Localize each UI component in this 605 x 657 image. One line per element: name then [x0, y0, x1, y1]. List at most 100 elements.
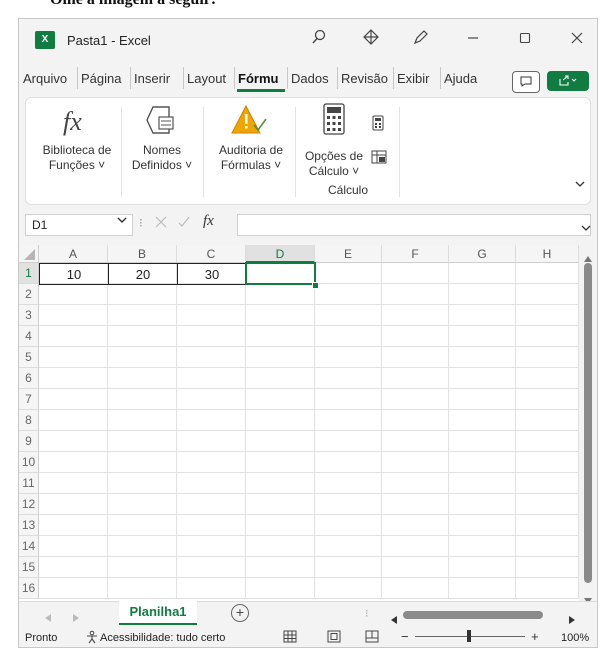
formula-auditing-button[interactable]: Auditoria de Fórmulas ˅	[207, 143, 295, 173]
grid-cell[interactable]	[246, 389, 315, 410]
calculator-icon[interactable]	[321, 103, 347, 137]
formula-input[interactable]	[237, 214, 591, 236]
grid-cell[interactable]	[516, 305, 579, 326]
grid-cell[interactable]	[108, 578, 177, 599]
grid-cell[interactable]	[449, 473, 516, 494]
grid-cell[interactable]	[382, 263, 449, 284]
grid-cell[interactable]	[449, 410, 516, 431]
row-header-15[interactable]: 15	[19, 557, 39, 578]
grid-cell[interactable]	[177, 473, 246, 494]
grid-cell[interactable]	[382, 578, 449, 599]
row-header-9[interactable]: 9	[19, 431, 39, 452]
name-box-dropdown-icon[interactable]	[117, 216, 127, 227]
spreadsheet-grid[interactable]: A B C D E F G H 10 20 30 1 2 3 4 5 6 7 8 9 10 11 12…	[19, 245, 579, 601]
zoom-out-icon[interactable]: −	[401, 629, 409, 644]
grid-cell[interactable]	[315, 389, 382, 410]
grid-cell[interactable]	[177, 410, 246, 431]
add-sheet-button[interactable]: +	[231, 604, 249, 622]
grid-cell[interactable]	[246, 284, 315, 305]
grid-cell[interactable]	[246, 536, 315, 557]
row-header-8[interactable]: 8	[19, 410, 39, 431]
grid-cell[interactable]	[449, 494, 516, 515]
grid-cell[interactable]	[315, 494, 382, 515]
grid-cell[interactable]	[39, 473, 108, 494]
grid-cell[interactable]	[108, 494, 177, 515]
row-header-3[interactable]: 3	[19, 305, 39, 326]
grid-cell[interactable]	[516, 536, 579, 557]
sheet-tab-planilha1[interactable]: Planilha1	[119, 601, 197, 625]
column-header-f[interactable]: F	[382, 245, 449, 263]
confirm-entry-icon[interactable]	[177, 215, 191, 234]
grid-cell[interactable]	[315, 557, 382, 578]
ribbon-expand-chevron-icon[interactable]	[575, 179, 585, 191]
grid-cell[interactable]	[516, 326, 579, 347]
grid-cell[interactable]	[449, 347, 516, 368]
horizontal-scroll-thumb[interactable]	[403, 611, 543, 619]
tab-arquivo[interactable]: Arquivo	[23, 71, 67, 86]
grid-cell[interactable]	[39, 389, 108, 410]
normal-view-icon[interactable]	[283, 630, 297, 647]
column-header-h[interactable]: H	[516, 245, 579, 263]
grid-cell[interactable]	[382, 347, 449, 368]
grid-cell[interactable]	[315, 347, 382, 368]
function-library-button[interactable]: Biblioteca de Funções ˅	[33, 143, 121, 173]
grid-cell[interactable]	[516, 494, 579, 515]
grid-cell[interactable]	[177, 389, 246, 410]
defined-names-button[interactable]: Nomes Definidos ˅	[123, 143, 201, 173]
grid-cell[interactable]	[315, 368, 382, 389]
grid-cell[interactable]	[39, 557, 108, 578]
grid-cell[interactable]	[246, 326, 315, 347]
grid-cell[interactable]	[315, 452, 382, 473]
cell-a1[interactable]: 10	[39, 263, 109, 285]
zoom-slider-thumb[interactable]	[467, 630, 471, 642]
grid-cell[interactable]	[177, 515, 246, 536]
select-all-corner[interactable]	[19, 245, 39, 263]
grid-cell[interactable]	[382, 494, 449, 515]
cell-b1[interactable]: 20	[108, 263, 178, 285]
grid-cell[interactable]	[108, 305, 177, 326]
grid-cell[interactable]	[177, 431, 246, 452]
grid-cell[interactable]	[449, 284, 516, 305]
row-header-2[interactable]: 2	[19, 284, 39, 305]
grid-cell[interactable]	[449, 263, 516, 284]
sheet-bar-divider-icon[interactable]: ⁝	[365, 607, 369, 620]
column-header-d[interactable]: D	[246, 245, 315, 263]
column-header-a[interactable]: A	[39, 245, 108, 263]
row-header-7[interactable]: 7	[19, 389, 39, 410]
grid-cell[interactable]	[315, 431, 382, 452]
accessibility-icon[interactable]	[85, 630, 99, 647]
grid-cell[interactable]	[449, 431, 516, 452]
insert-function-icon[interactable]: fx	[203, 213, 214, 230]
diamond-icon[interactable]	[359, 29, 383, 53]
grid-cell[interactable]	[449, 578, 516, 599]
grid-cell[interactable]	[177, 347, 246, 368]
calculate-now-icon[interactable]	[371, 115, 385, 133]
grid-cell[interactable]	[516, 578, 579, 599]
grid-cell[interactable]	[39, 536, 108, 557]
grid-cell[interactable]	[315, 263, 382, 284]
grid-cell[interactable]	[39, 578, 108, 599]
row-header-14[interactable]: 14	[19, 536, 39, 557]
row-header-13[interactable]: 13	[19, 515, 39, 536]
grid-cell[interactable]	[315, 326, 382, 347]
row-header-4[interactable]: 4	[19, 326, 39, 347]
grid-cell[interactable]	[39, 284, 108, 305]
calc-options-button[interactable]: Opções de Cálculo ˅	[299, 149, 369, 179]
grid-cell[interactable]	[246, 515, 315, 536]
grid-cell[interactable]	[108, 536, 177, 557]
formula-auditing-icon[interactable]	[229, 103, 269, 139]
vertical-scroll-thumb[interactable]	[584, 263, 592, 583]
grid-cell[interactable]	[108, 557, 177, 578]
selected-cell-d1[interactable]	[245, 262, 316, 285]
grid-cell[interactable]	[39, 494, 108, 515]
grid-cell[interactable]	[108, 368, 177, 389]
grid-cell[interactable]	[516, 515, 579, 536]
grid-cell[interactable]	[39, 452, 108, 473]
grid-cell[interactable]	[108, 410, 177, 431]
more-options-icon[interactable]: ⁝	[139, 216, 143, 230]
formula-bar-expand-icon[interactable]	[581, 219, 591, 237]
grid-cell[interactable]	[315, 473, 382, 494]
grid-cell[interactable]	[516, 410, 579, 431]
grid-cell[interactable]	[246, 452, 315, 473]
grid-cell[interactable]	[382, 452, 449, 473]
